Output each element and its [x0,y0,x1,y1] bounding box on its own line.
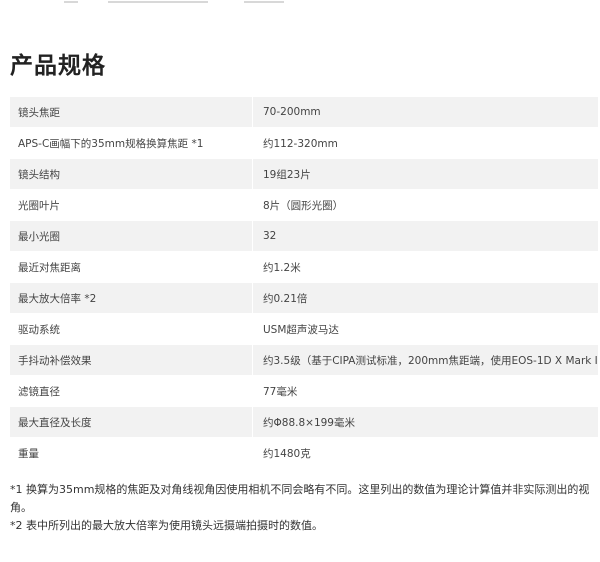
top-cropped-edge [0,0,600,6]
table-row: 手抖动补偿效果 约3.5级（基于CIPA测试标准，200mm焦距端，使用EOS-… [10,344,598,376]
table-row: APS-C画幅下的35mm规格换算焦距 *1 约112-320mm [10,127,598,159]
footnotes: *1 换算为35mm规格的焦距及对角线视角因使用相机不同会略有不同。这里列出的数… [10,481,594,535]
table-row: 滤镜直径 77毫米 [10,375,598,407]
spec-value: 70-200mm [252,97,598,128]
spec-name: 光圈叶片 [10,189,253,221]
spec-table: 镜头焦距 70-200mm APS-C画幅下的35mm规格换算焦距 *1 约11… [10,97,598,469]
spec-name: 手抖动补偿效果 [10,344,253,376]
table-row: 最大直径及长度 约Φ88.8×199毫米 [10,406,598,438]
spec-name: 驱动系统 [10,313,253,345]
table-row: 光圈叶片 8片（圆形光圈） [10,189,598,221]
cropped-fragment [244,1,284,3]
spec-name: 重量 [10,437,253,469]
footnote: *2 表中所列出的最大放大倍率为使用镜头远摄端拍摄时的数值。 [10,519,323,532]
spec-value: USM超声波马达 [252,313,598,345]
table-row: 最大放大倍率 *2 约0.21倍 [10,282,598,314]
spec-name: 镜头焦距 [10,97,253,128]
spec-name: 滤镜直径 [10,375,253,407]
cropped-fragment [108,1,208,3]
table-row: 镜头结构 19组23片 [10,158,598,190]
table-row: 最近对焦距离 约1.2米 [10,251,598,283]
table-row: 重量 约1480克 [10,437,598,469]
spec-name: 最大放大倍率 *2 [10,282,253,314]
spec-name: APS-C画幅下的35mm规格换算焦距 *1 [10,127,253,159]
spec-name: 最小光圈 [10,220,253,252]
spec-value: 8片（圆形光圈） [252,189,598,221]
spec-value: 约3.5级（基于CIPA测试标准，200mm焦距端，使用EOS-1D X Mar… [252,344,598,376]
cropped-fragment [64,1,78,3]
spec-name: 最近对焦距离 [10,251,253,283]
spec-name: 镜头结构 [10,158,253,190]
page-title: 产品规格 [10,53,106,79]
table-row: 镜头焦距 70-200mm [10,97,598,128]
spec-value: 约1.2米 [252,251,598,283]
spec-value: 32 [252,220,598,252]
spec-name: 最大直径及长度 [10,406,253,438]
spec-value: 约Φ88.8×199毫米 [252,406,598,438]
spec-value: 约1480克 [252,437,598,469]
footnote: *1 换算为35mm规格的焦距及对角线视角因使用相机不同会略有不同。这里列出的数… [10,483,590,514]
spec-value: 约0.21倍 [252,282,598,314]
spec-value: 77毫米 [252,375,598,407]
spec-value: 19组23片 [252,158,598,190]
table-row: 驱动系统 USM超声波马达 [10,313,598,345]
spec-value: 约112-320mm [252,127,598,159]
table-row: 最小光圈 32 [10,220,598,252]
